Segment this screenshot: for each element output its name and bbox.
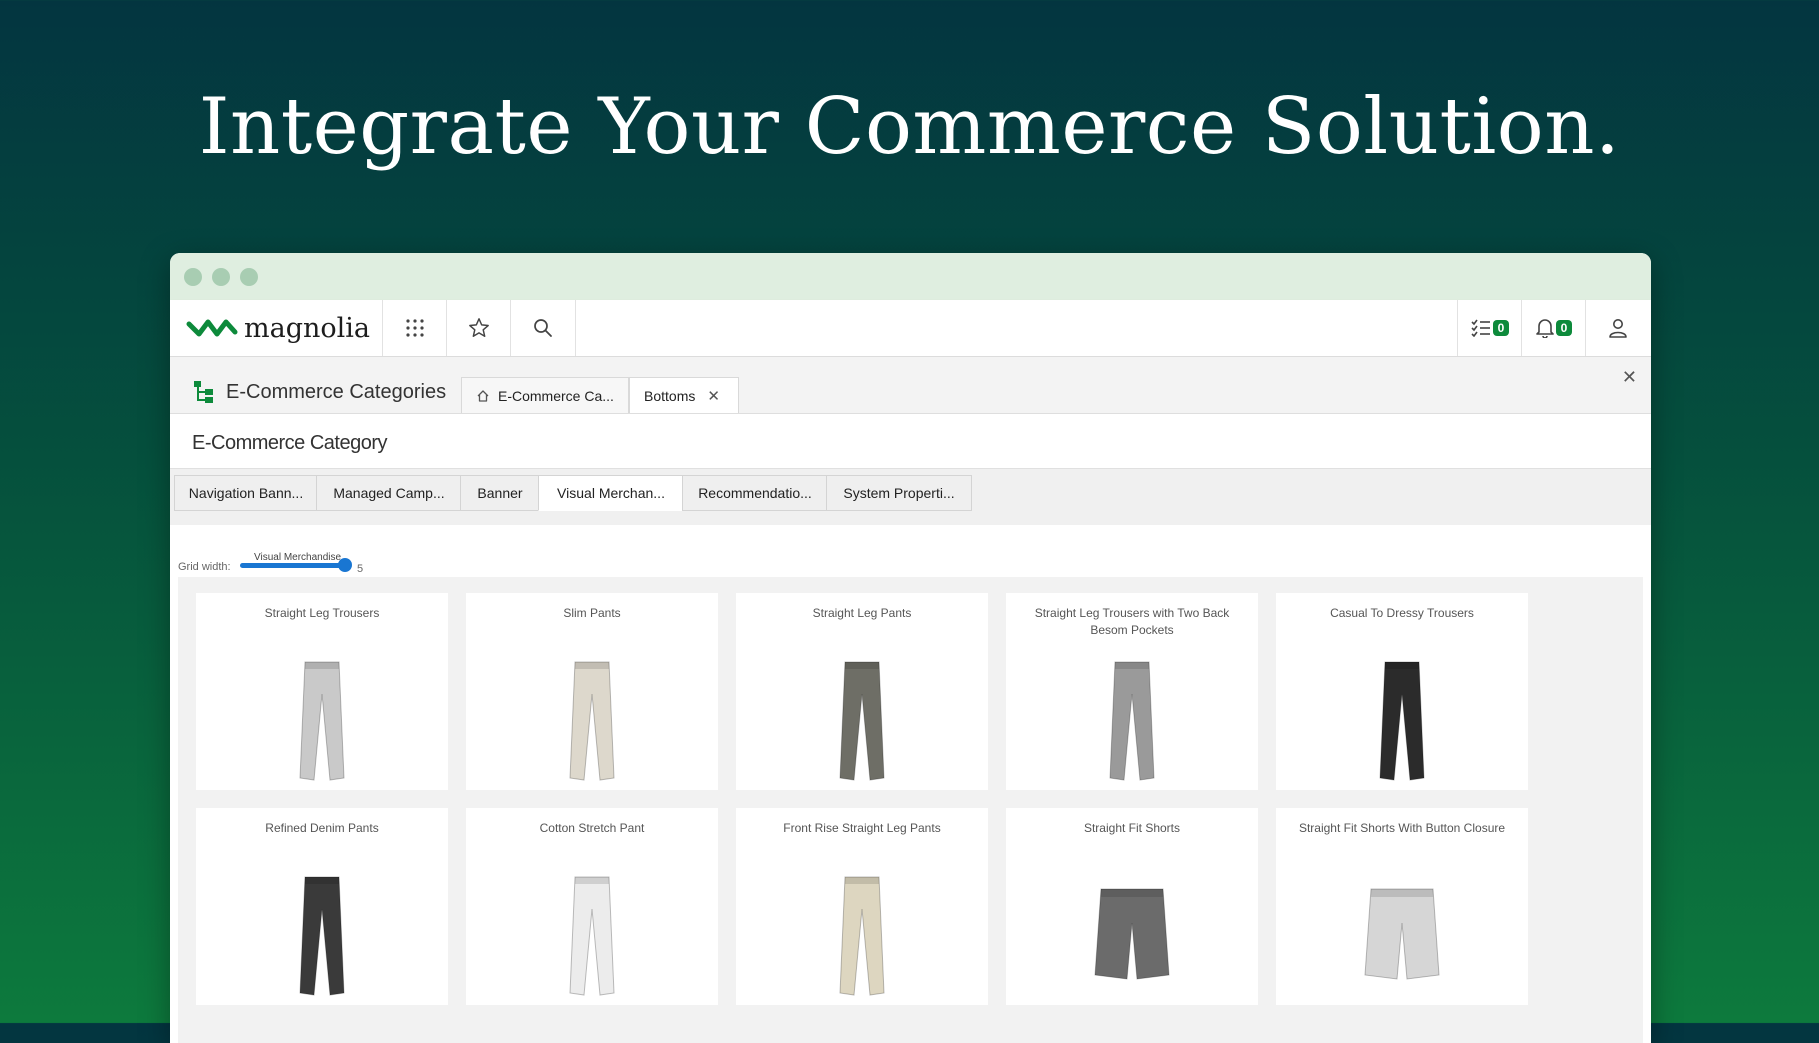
grid-width-slider[interactable]	[240, 563, 350, 568]
grid-icon	[406, 319, 424, 337]
search-icon	[534, 319, 552, 337]
product-title: Refined Denim Pants	[265, 821, 379, 835]
search-button[interactable]	[510, 300, 576, 356]
form-tabs: Navigation Bann... Managed Camp... Banne…	[170, 469, 1651, 525]
window-maximize-dot[interactable]	[240, 268, 258, 286]
pants-image	[569, 661, 615, 781]
product-card[interactable]: Refined Denim Pants	[196, 808, 448, 1005]
tasks-icon	[1471, 319, 1490, 337]
notifications-button[interactable]: 0	[1521, 300, 1586, 356]
product-title: Front Rise Straight Leg Pants	[783, 821, 941, 835]
product-title: Casual To Dressy Trousers	[1330, 606, 1474, 620]
product-title: Straight Fit Shorts	[1083, 821, 1181, 835]
product-title: Cotton Stretch Pant	[539, 821, 645, 835]
product-card[interactable]: Straight Leg Trousers with Two Back Beso…	[1006, 593, 1258, 790]
bell-icon	[1535, 319, 1554, 338]
tab-visual-merchandise[interactable]: Visual Merchan...	[538, 475, 684, 511]
user-menu-button[interactable]	[1585, 300, 1650, 356]
tree-icon	[194, 381, 213, 403]
home-icon	[477, 389, 489, 402]
product-card[interactable]: Cotton Stretch Pant	[466, 808, 718, 1005]
tasks-button[interactable]: 0	[1457, 300, 1522, 356]
tasks-count-badge: 0	[1492, 320, 1510, 336]
magnolia-logo[interactable]: magnolia	[186, 312, 370, 344]
tab-banner[interactable]: Banner	[460, 475, 540, 511]
user-icon	[1609, 319, 1627, 338]
app-launcher-button[interactable]	[382, 300, 447, 356]
subtab-label: Recommendatio...	[698, 485, 812, 501]
tab-label: E-Commerce Ca...	[498, 387, 614, 404]
product-title: Straight Leg Trousers with Two Back Beso…	[1034, 606, 1230, 637]
pants-image	[839, 876, 885, 996]
visual-merchandise-panel: Grid width: Visual Merchandise 5 Straigh…	[170, 525, 1651, 1043]
slider-handle[interactable]	[338, 558, 352, 572]
product-card[interactable]: Straight Fit Shorts With Button Closure	[1276, 808, 1528, 1005]
star-icon	[469, 318, 489, 337]
product-card[interactable]: Casual To Dressy Trousers	[1276, 593, 1528, 790]
tab-bottoms[interactable]: Bottoms ✕	[629, 377, 739, 413]
product-title: Straight Fit Shorts With Button Closure	[1298, 821, 1506, 835]
close-app-icon[interactable]: ✕	[1622, 367, 1637, 388]
pants-image	[839, 661, 885, 781]
top-bar: magnolia 0 0	[170, 300, 1651, 357]
form-header: E-Commerce Category	[170, 414, 1651, 469]
form-title: E-Commerce Category	[192, 432, 388, 454]
subtab-label: Visual Merchan...	[557, 485, 665, 501]
product-card[interactable]: Straight Leg Pants	[736, 593, 988, 790]
tab-navigation-banner[interactable]: Navigation Bann...	[174, 475, 318, 511]
favorites-button[interactable]	[446, 300, 511, 356]
product-card[interactable]: Front Rise Straight Leg Pants	[736, 808, 988, 1005]
notifications-count-badge: 0	[1555, 320, 1573, 336]
pants-image	[569, 876, 615, 996]
shorts-image	[1364, 888, 1440, 980]
product-title: Slim Pants	[563, 606, 621, 620]
app-title: E-Commerce Categories	[192, 379, 446, 405]
subtab-label: Navigation Bann...	[188, 485, 304, 501]
subtab-label: Managed Camp...	[333, 485, 445, 501]
product-card[interactable]: Slim Pants	[466, 593, 718, 790]
product-grid: Straight Leg Trousers Slim Pants Straight …	[178, 577, 1643, 1043]
app-name: E-Commerce Categories	[226, 380, 447, 403]
slider-tooltip: Visual Merchandise	[254, 552, 342, 563]
window-minimize-dot[interactable]	[212, 268, 230, 286]
product-card[interactable]: Straight Fit Shorts	[1006, 808, 1258, 1005]
tab-ecommerce-categories[interactable]: E-Commerce Ca...	[461, 377, 629, 413]
app-window: magnolia 0 0 E-Commerce Categories E-Com…	[170, 253, 1651, 1043]
headline: Integrate Your Commerce Solution.	[198, 82, 1621, 172]
shorts-image	[1094, 888, 1170, 980]
grid-width-label: Grid width:	[178, 561, 231, 573]
window-close-dot[interactable]	[184, 268, 202, 286]
window-titlebar	[170, 253, 1651, 300]
product-card[interactable]: Straight Leg Trousers	[196, 593, 448, 790]
product-title: Straight Leg Trousers	[264, 606, 380, 620]
tab-managed-campaigns[interactable]: Managed Camp...	[316, 475, 462, 511]
close-tab-icon[interactable]: ✕	[707, 387, 720, 405]
tab-system-properties[interactable]: System Properti...	[826, 475, 972, 511]
slider-value: 5	[357, 563, 364, 575]
subtab-label: System Properti...	[843, 485, 955, 501]
pants-image	[1109, 661, 1155, 781]
pants-image	[299, 661, 345, 781]
pants-image	[1379, 661, 1425, 781]
magnolia-logo-icon	[186, 319, 238, 337]
brand-name: magnolia	[244, 312, 370, 344]
subtab-label: Banner	[477, 485, 523, 501]
tab-label: Bottoms	[644, 387, 696, 404]
pants-image	[299, 876, 345, 996]
tab-recommendations[interactable]: Recommendatio...	[682, 475, 828, 511]
app-header: E-Commerce Categories E-Commerce Ca... B…	[170, 357, 1651, 414]
product-title: Straight Leg Pants	[812, 606, 912, 620]
